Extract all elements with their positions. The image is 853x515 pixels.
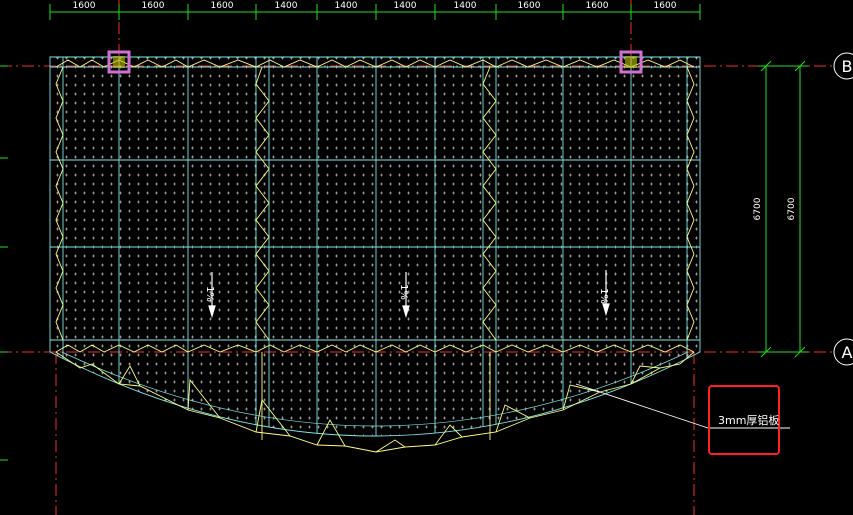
roof-panel-hatch — [50, 57, 700, 436]
dim-label-3: 1600 — [211, 1, 234, 11]
right-dim-outer-label: 6700 — [787, 197, 797, 220]
cad-drawing-canvas: 1600 1600 1600 1400 1400 1400 1400 1600 … — [0, 0, 853, 515]
slope-label-3: 1% — [598, 288, 609, 304]
axis-bubble-b-label: B — [842, 57, 853, 76]
dim-label-5: 1400 — [335, 1, 358, 11]
slope-label-2: 1% — [398, 284, 409, 300]
dim-label-10: 1600 — [654, 1, 677, 11]
dim-label-8: 1600 — [518, 1, 541, 11]
dim-label-7: 1400 — [454, 1, 477, 11]
dim-label-2: 1600 — [142, 1, 165, 11]
dim-label-4: 1400 — [275, 1, 298, 11]
dim-label-6: 1400 — [394, 1, 417, 11]
slope-label-1: 1% — [204, 286, 215, 302]
axis-bubble-a-label: A — [842, 343, 853, 362]
dim-label-1: 1600 — [73, 1, 96, 11]
right-dim-inner-label: 6700 — [753, 197, 763, 220]
dim-label-9: 1600 — [586, 1, 609, 11]
callout-label: 3mm厚铝板 — [718, 413, 779, 427]
